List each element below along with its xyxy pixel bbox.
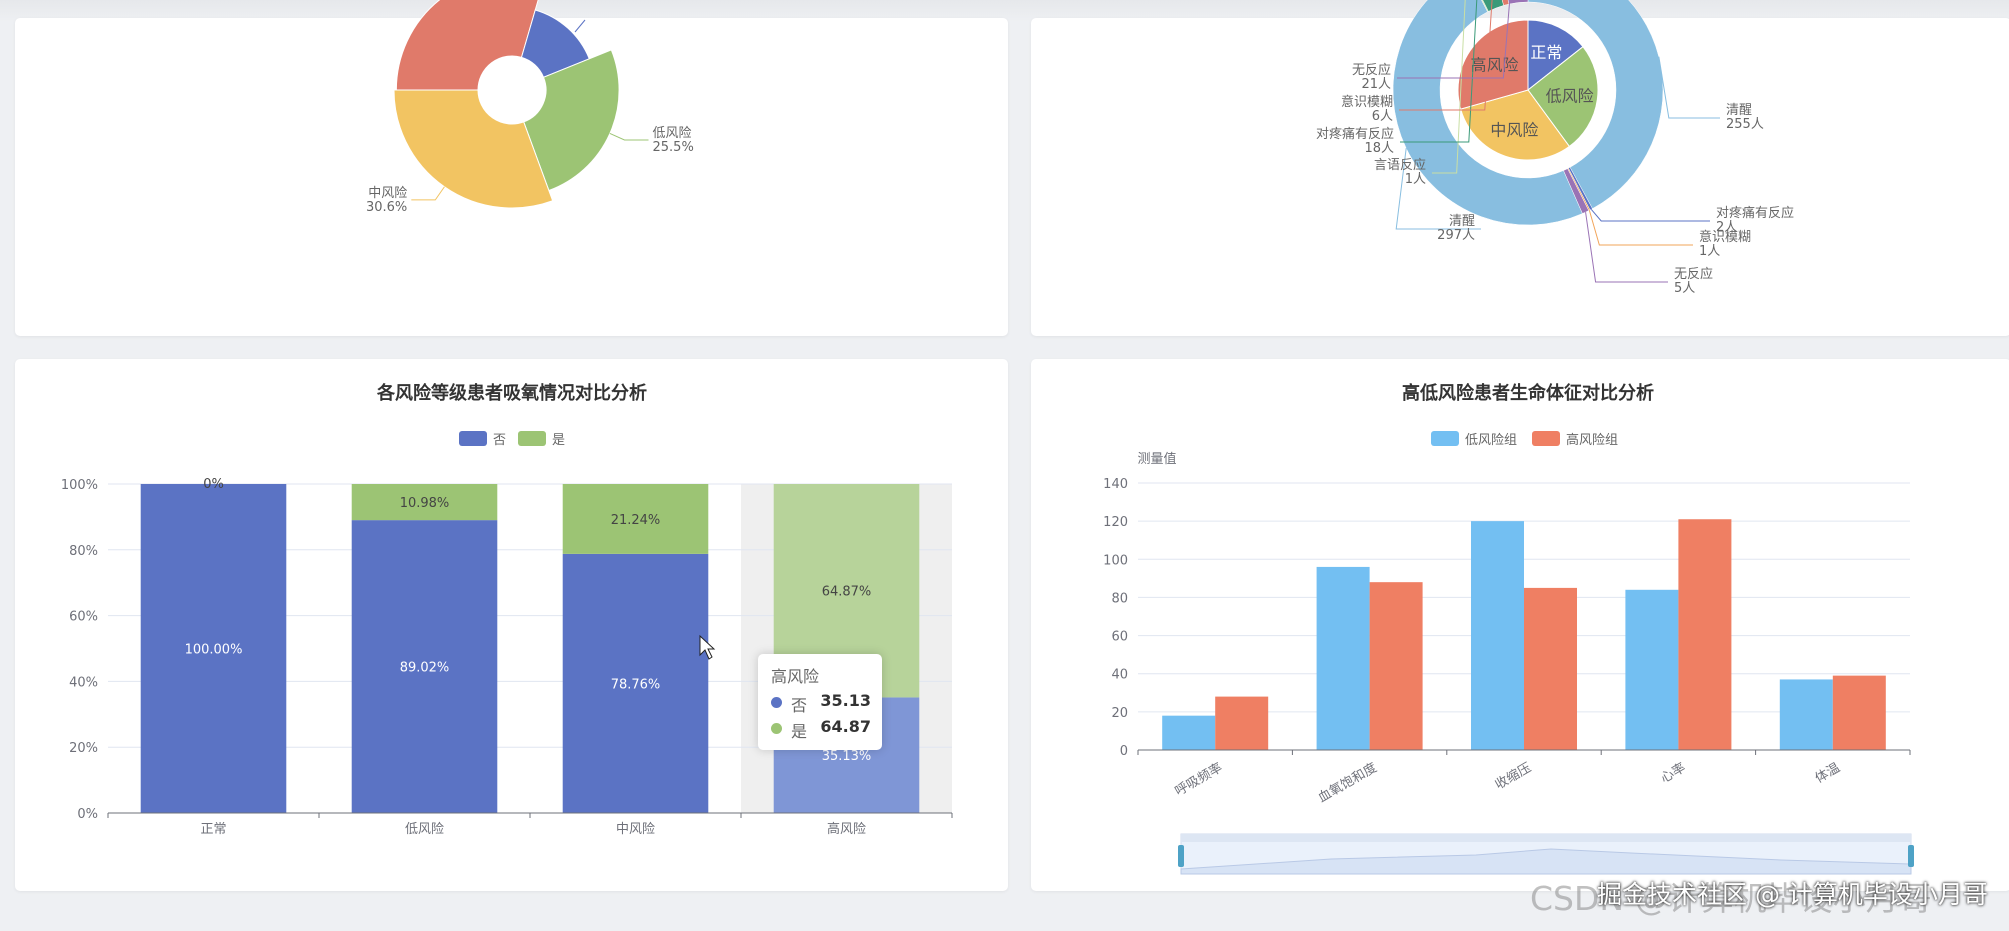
bar3-xtick-3: 高风险 (827, 821, 866, 837)
inner-slice-label-0: 正常 (1530, 43, 1562, 62)
chart-tooltip: 高风险 否 35.13 是 64.87 (758, 654, 882, 750)
bar4-bar-1-2 (1524, 587, 1577, 750)
outer-label-7: 意识模糊 6人 (1341, 94, 1393, 124)
bar4-legend-swatch-1 (1532, 431, 1560, 446)
risk-level-rose-panel: 低风险 25.5% 中风险 30.6% (15, 0, 1008, 336)
bar4-title: 高低风险患者生命体征对比分析 (1402, 382, 1654, 404)
inner-slice-label-2: 中风险 (1490, 121, 1538, 140)
outer-label-4: 清醒 297人 (1437, 214, 1475, 243)
outer-label-0: 清醒 255人 (1726, 103, 1764, 132)
bar3-xtick-1: 低风险 (405, 822, 444, 837)
bar3-data-label-1-0: 0% (203, 477, 224, 492)
bar4-legend-swatch-0 (1431, 431, 1459, 446)
bar4-xtick-0: 呼吸频率 (1172, 760, 1225, 800)
bar3-data-label-0-2: 78.76% (611, 677, 661, 692)
bar3-ytick-4: 80% (69, 544, 98, 559)
bar4-xtick-4: 体温 (1813, 760, 1843, 786)
rose-label-line-top (574, 19, 586, 33)
juejin-watermark: 掘金技术社区 @ 计算机毕设小月哥 (1597, 880, 1988, 909)
datazoom-right-handle[interactable] (1908, 845, 1914, 867)
datazoom-top-bar (1181, 834, 1911, 842)
rose-label-3: 中风险 30.6% (366, 186, 407, 215)
risk-level-rose-chart: 低风险 25.5% 中风险 30.6% (366, 0, 694, 215)
bar4-bar-0-1 (1316, 566, 1370, 750)
tooltip-name-no: 否 (791, 696, 808, 715)
bar4-ytick-0: 0 (1120, 744, 1128, 759)
outer-label-8: 无反应 21人 (1352, 62, 1391, 92)
vital-signs-bar-chart: 高低风险患者生命体征对比分析低风险组 高风险组测量值 0 20 40 60 80 100 120… (1103, 382, 1914, 875)
bar3-data-label-0-3: 35.13% (822, 749, 872, 764)
oxygen-stacked-bar-chart: 各风险等级患者吸氧情况对比分析否 是0%20%40%60%80%100%100.0… (61, 382, 953, 837)
rose-slice-3 (393, 89, 554, 209)
consciousness-nested-pie-panel: 正常 低风险 中风险 高风险 清醒 255人 对疼痛有反应 2人 意识模糊 1人 无反应 5人 清醒 29… (1031, 0, 2009, 336)
bar3-legend-label-0: 否 (493, 433, 506, 448)
bar3-data-label-0-0: 100.00% (185, 643, 243, 658)
tooltip-name-yes: 是 (791, 722, 808, 741)
rose-label-2: 低风险 25.5% (653, 126, 694, 155)
bar4-xtick-1: 血氧饱和度 (1315, 760, 1379, 806)
inner-slice-label-1: 低风险 (1546, 87, 1594, 106)
bar3-ytick-2: 40% (69, 675, 98, 690)
tooltip-value-no: 35.13 (820, 691, 871, 710)
bar3-title: 各风险等级患者吸氧情况对比分析 (376, 382, 647, 404)
bar3-legend-label-1: 是 (552, 433, 565, 448)
bar4-ytick-7: 140 (1103, 477, 1128, 492)
tooltip-title: 高风险 (771, 667, 820, 686)
bar4-ytick-3: 60 (1111, 630, 1128, 645)
vital-signs-bar-panel: 高低风险患者生命体征对比分析低风险组 高风险组测量值 0 20 40 60 80 100 120… (1031, 359, 2009, 891)
bar4-legend-label-1: 高风险组 (1566, 432, 1618, 448)
bar3-xtick-0: 正常 (200, 822, 226, 837)
bar4-ytick-1: 20 (1111, 706, 1128, 721)
tooltip-dot-no (771, 697, 782, 708)
bar3-ytick-5: 100% (61, 478, 98, 493)
outer-label-line-1 (1590, 208, 1710, 222)
bar3-data-label-1-2: 21.24% (611, 513, 661, 528)
bar4-bar-0-4 (1779, 679, 1833, 750)
bar4-bar-1-0 (1215, 696, 1269, 750)
bar4-legend-label-0: 低风险组 (1465, 433, 1517, 448)
bar4-bar-1-3 (1678, 519, 1732, 750)
outer-label-3: 无反应 5人 (1674, 266, 1713, 296)
bar3-xtick-2: 中风险 (616, 822, 655, 837)
bar4-bar-0-2 (1471, 521, 1524, 750)
bar4-xtick-3: 心率 (1658, 760, 1689, 787)
tooltip-row-yes: 是 64.87 (771, 717, 871, 741)
outer-label-line-2 (1588, 210, 1693, 246)
datazoom-left-handle[interactable] (1178, 845, 1184, 867)
rose-label-line-2 (609, 132, 649, 141)
bar4-bar-1-4 (1832, 675, 1886, 750)
bar4-ylabel: 测量值 (1137, 451, 1176, 467)
outer-label-6: 对疼痛有反应 18人 (1316, 126, 1394, 156)
bar4-xtick-2: 收缩压 (1492, 760, 1534, 793)
bar3-legend-swatch-0 (459, 431, 487, 446)
bar3-data-label-1-3: 64.87% (822, 585, 872, 600)
outer-label-line-3 (1585, 212, 1668, 283)
bar4-ytick-6: 120 (1103, 515, 1128, 530)
consciousness-nested-pie-chart: 正常低风险中风险高风险清醒 255人对疼痛有反应 2人意识模糊 1人无反应 5人清醒 29… (1316, 0, 1794, 296)
bar3-legend-swatch-1 (518, 431, 546, 446)
inner-slice-label-3: 高风险 (1470, 56, 1518, 75)
bar3-ytick-1: 20% (69, 741, 98, 756)
tooltip-dot-yes (771, 723, 782, 734)
outer-label-line-0 (1658, 56, 1720, 119)
bar4-ytick-2: 40 (1111, 668, 1128, 683)
oxygen-stacked-bar-panel: 各风险等级患者吸氧情况对比分析否是 0% 20% 40% 60% 80% 100% 100.0… (15, 359, 1008, 891)
outer-label-5: 言语反应 1人 (1374, 157, 1426, 187)
bar4-bar-0-3 (1625, 589, 1679, 750)
bar4-bar-1-1 (1369, 582, 1423, 750)
bar3-ytick-0: 0% (77, 807, 98, 822)
bar4-bar-0-0 (1162, 715, 1216, 750)
bar3-data-label-1-1: 10.98% (400, 496, 450, 511)
bar3-ytick-3: 60% (69, 610, 98, 625)
bar3-data-label-0-1: 89.02% (400, 661, 450, 676)
tooltip-row-no: 否 35.13 (771, 691, 871, 715)
tooltip-value-yes: 64.87 (820, 717, 871, 736)
bar4-ytick-5: 100 (1103, 553, 1128, 568)
outer-label-2: 意识模糊 1人 (1699, 229, 1751, 259)
rose-label-line-3 (411, 186, 445, 201)
bar4-ytick-4: 80 (1111, 591, 1128, 606)
